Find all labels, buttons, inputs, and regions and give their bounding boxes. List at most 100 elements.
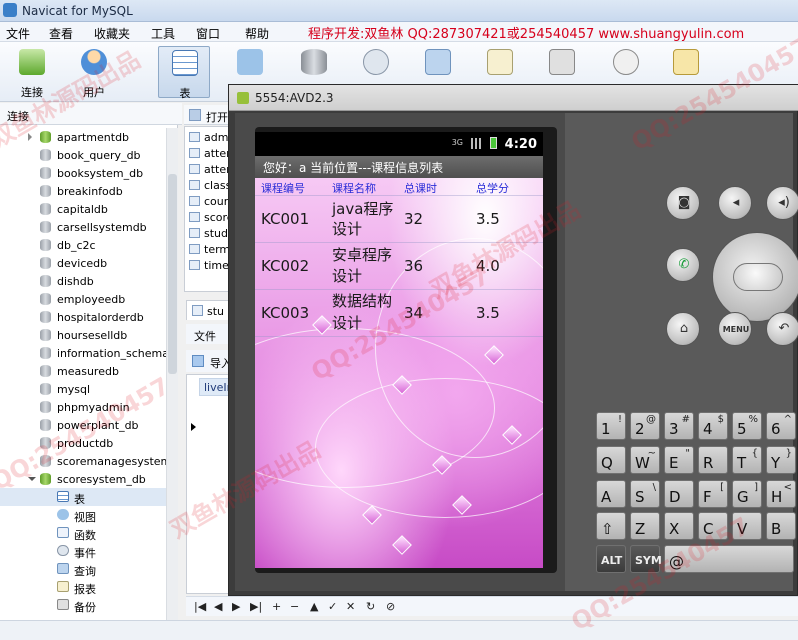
tree-item-backups[interactable]: 备份 xyxy=(0,596,176,614)
tree-item-db[interactable]: scoremanagesystem xyxy=(0,452,176,470)
key-y[interactable]: Y} xyxy=(766,446,796,474)
expand-arrow-icon[interactable] xyxy=(28,133,32,141)
key-3[interactable]: 3 # xyxy=(664,412,694,440)
tree-item-db[interactable]: powerplant_db xyxy=(0,416,176,434)
key-z[interactable]: Z xyxy=(630,512,660,540)
connect-button[interactable]: 连接 xyxy=(6,46,58,99)
key-x[interactable]: X xyxy=(664,512,694,540)
tree-item-reports[interactable]: 报表 xyxy=(0,578,176,596)
tree-item-db[interactable]: booksystem_db xyxy=(0,164,176,182)
key-w[interactable]: W ~ xyxy=(630,446,660,474)
key-1[interactable]: 1! xyxy=(596,412,626,440)
table-menu-file[interactable]: 文件 xyxy=(194,328,216,344)
key-b[interactable]: B xyxy=(766,512,796,540)
next-record-button[interactable]: ▶ xyxy=(232,600,240,613)
menu-help[interactable]: 帮助 xyxy=(245,25,269,42)
course-id: KC001 xyxy=(261,210,310,228)
tree-item-functions[interactable]: 函数 xyxy=(0,524,176,542)
menu-button[interactable]: MENU xyxy=(718,312,752,346)
tree-item-db-open[interactable]: scoresystem_db xyxy=(0,470,176,488)
refresh-button[interactable]: ↻ xyxy=(366,600,375,613)
key-v[interactable]: V xyxy=(732,512,762,540)
user-button[interactable]: 用户 xyxy=(68,46,120,99)
tree-item-events[interactable]: 事件 xyxy=(0,542,176,560)
key-f[interactable]: F[ xyxy=(698,480,728,508)
camera-button[interactable]: ◙ xyxy=(666,186,700,220)
call-button[interactable]: ✆ xyxy=(666,248,700,282)
key-label: D xyxy=(669,488,681,506)
tree-item-db[interactable]: capitaldb xyxy=(0,200,176,218)
key-t[interactable]: T{ xyxy=(732,446,762,474)
key-label: Q xyxy=(601,454,613,472)
key-c[interactable]: C xyxy=(698,512,728,540)
prev-record-button[interactable]: ◀ xyxy=(214,600,222,613)
volume-up-button[interactable]: ◂) xyxy=(766,186,798,220)
tree-item-db[interactable]: book_query_db xyxy=(0,146,176,164)
phone-call-icon: ✆ xyxy=(678,257,690,272)
tree-item-db[interactable]: information_schema xyxy=(0,344,176,362)
last-record-button[interactable]: ▶| xyxy=(250,600,262,613)
key-at[interactable]: @ xyxy=(664,545,794,573)
tree-item-tables[interactable]: 表 xyxy=(0,488,176,506)
key-a[interactable]: A xyxy=(596,480,626,508)
tree-item-queries[interactable]: 查询 xyxy=(0,560,176,578)
dpad[interactable] xyxy=(712,232,798,322)
key-s[interactable]: S \ xyxy=(630,480,660,508)
key-h[interactable]: H < xyxy=(766,480,796,508)
key-sym[interactable]: SYM xyxy=(630,545,662,573)
tree-item-db[interactable]: hourseselldb xyxy=(0,326,176,344)
menu-view[interactable]: 查看 xyxy=(49,25,73,42)
db-name: information_schema xyxy=(57,347,169,360)
key-5[interactable]: 5% xyxy=(732,412,762,440)
first-record-button[interactable]: |◀ xyxy=(194,600,206,613)
tree-item-db[interactable]: apartmentdb xyxy=(0,128,176,146)
cancel-edit-button[interactable]: ✕ xyxy=(346,600,355,613)
sidebar-scrollbar[interactable] xyxy=(166,128,178,624)
menu-tools[interactable]: 工具 xyxy=(151,25,175,42)
table-button[interactable]: 表 xyxy=(158,46,210,100)
key-2[interactable]: 2 @ xyxy=(630,412,660,440)
add-record-button[interactable]: + xyxy=(272,600,281,613)
tree-item-db[interactable]: breakinfodb xyxy=(0,182,176,200)
dpad-center-button[interactable] xyxy=(733,263,783,291)
delete-record-button[interactable]: − xyxy=(290,600,299,613)
tree-item-db[interactable]: measuredb xyxy=(0,362,176,380)
tree-item-db[interactable]: mysql xyxy=(0,380,176,398)
home-button[interactable]: ⌂ xyxy=(666,312,700,346)
course-list-screen: 课程编号 课程名称 总课时 总学分 KC001 java程序 设计 32 3.5… xyxy=(255,178,543,568)
gem-decoration xyxy=(392,535,412,555)
key-6[interactable]: 6 ^ xyxy=(766,412,796,440)
query-icon xyxy=(425,49,451,75)
tree-item-db[interactable]: carsellsystemdb xyxy=(0,218,176,236)
row-divider xyxy=(255,336,543,337)
key-alt[interactable]: ALT xyxy=(596,545,626,573)
tree-item-views[interactable]: 视图 xyxy=(0,506,176,524)
scrollbar-thumb[interactable] xyxy=(168,174,177,374)
apply-button[interactable]: ✓ xyxy=(328,600,337,613)
tree-item-db[interactable]: db_c2c xyxy=(0,236,176,254)
tree-item-db[interactable]: devicedb xyxy=(0,254,176,272)
key-r[interactable]: R xyxy=(698,446,728,474)
key-g[interactable]: G] xyxy=(732,480,762,508)
key-e[interactable]: E " xyxy=(664,446,694,474)
menu-file[interactable]: 文件 xyxy=(6,25,30,42)
key-q[interactable]: Q xyxy=(596,446,626,474)
back-button[interactable]: ↶ xyxy=(766,312,798,346)
tree-item-db[interactable]: hospitalorderdb xyxy=(0,308,176,326)
collapse-arrow-icon[interactable] xyxy=(28,477,36,481)
stop-button[interactable]: ⊘ xyxy=(386,600,395,613)
tree-item-db[interactable]: dishdb xyxy=(0,272,176,290)
menu-favorites[interactable]: 收藏夹 xyxy=(94,25,130,42)
model-icon xyxy=(673,49,699,75)
volume-down-button[interactable]: ◂ xyxy=(718,186,752,220)
key-4[interactable]: 4 $ xyxy=(698,412,728,440)
open-table-button[interactable]: 打开 xyxy=(206,109,228,125)
tree-item-db[interactable]: productdb xyxy=(0,434,176,452)
move-up-button[interactable]: ▲ xyxy=(310,600,318,613)
key-shift[interactable]: ⇧ xyxy=(596,512,626,540)
tree-item-db[interactable]: phpmyadmin xyxy=(0,398,176,416)
key-d[interactable]: D xyxy=(664,480,694,508)
key-alt-label: ! xyxy=(617,414,622,425)
tree-item-db[interactable]: employeedb xyxy=(0,290,176,308)
menu-window[interactable]: 窗口 xyxy=(196,25,220,42)
